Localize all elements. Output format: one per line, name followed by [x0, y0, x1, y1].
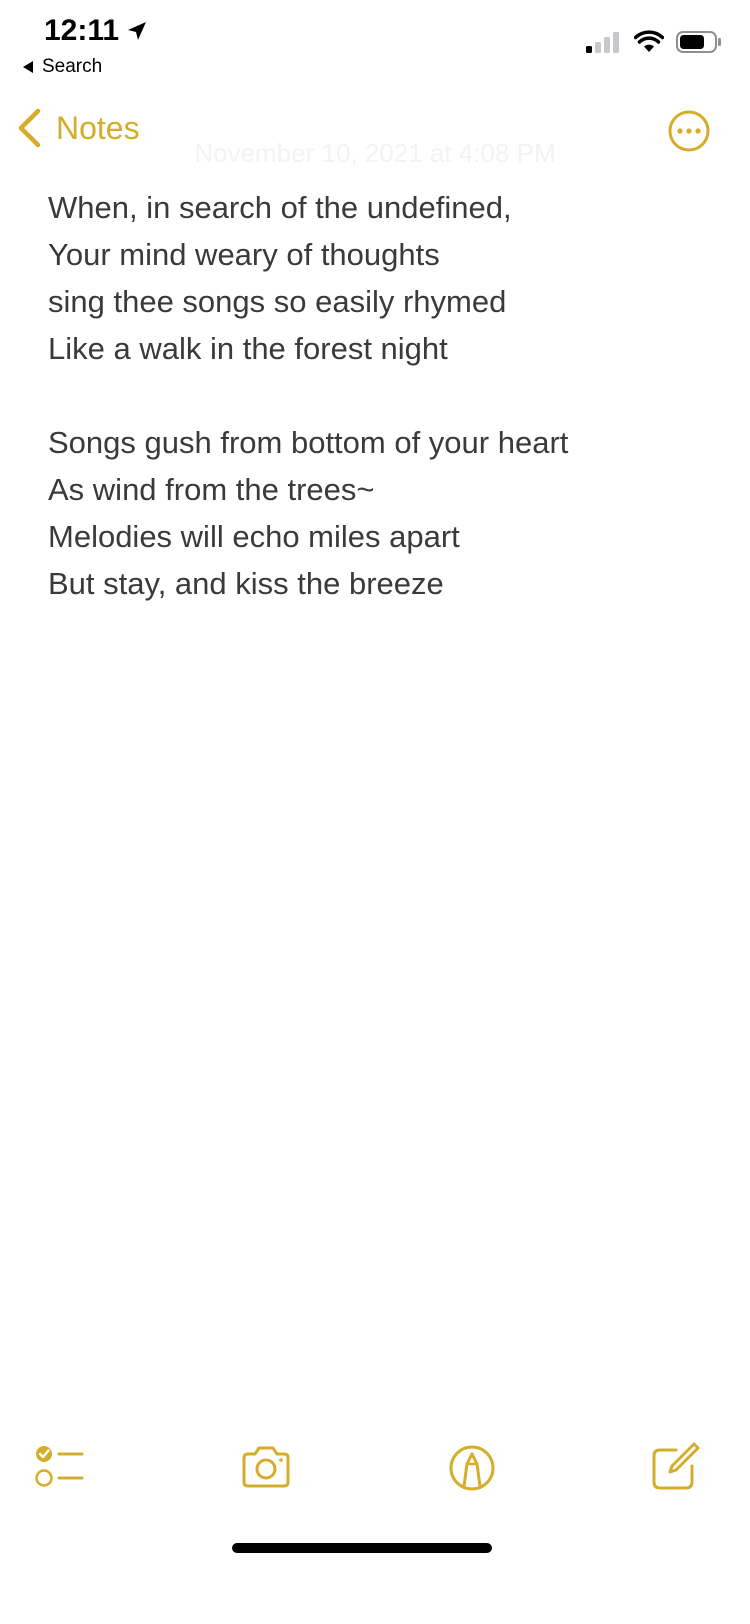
status-indicators [586, 30, 722, 54]
markup-pen-icon[interactable] [444, 1440, 500, 1496]
compose-icon[interactable] [646, 1440, 702, 1496]
note-line: But stay, and kiss the breeze [48, 566, 444, 601]
note-line: Like a walk in the forest night [48, 331, 448, 366]
back-triangle-icon [23, 61, 33, 73]
battery-icon [676, 31, 721, 53]
back-to-app-link[interactable]: Search [22, 56, 102, 78]
note-body[interactable]: When, in search of the undefined, Your m… [48, 184, 708, 607]
note-line: sing thee songs so easily rhymed [48, 284, 507, 319]
note-date: November 10, 2021 at 4:08 PM [194, 138, 556, 168]
location-arrow-icon [128, 22, 147, 40]
cellular-signal-icon [586, 32, 619, 53]
camera-icon[interactable] [238, 1440, 294, 1496]
wifi-icon [634, 30, 664, 52]
back-app-label: Search [42, 56, 103, 77]
note-line: Your mind weary of thoughts [48, 237, 440, 272]
checklist-icon[interactable] [32, 1440, 88, 1496]
stanza-break [48, 372, 708, 419]
ellipsis-circle-icon[interactable] [668, 110, 710, 152]
status-bar-time: 12:11 [44, 14, 149, 48]
note-line: As wind from the trees~ [48, 472, 375, 507]
note-line: When, in search of the undefined, [48, 190, 512, 225]
note-line: Melodies will echo miles apart [48, 519, 460, 554]
note-line: Songs gush from bottom of your heart [48, 425, 569, 460]
clock-time: 12:11 [44, 14, 120, 47]
home-indicator[interactable] [232, 1543, 492, 1553]
